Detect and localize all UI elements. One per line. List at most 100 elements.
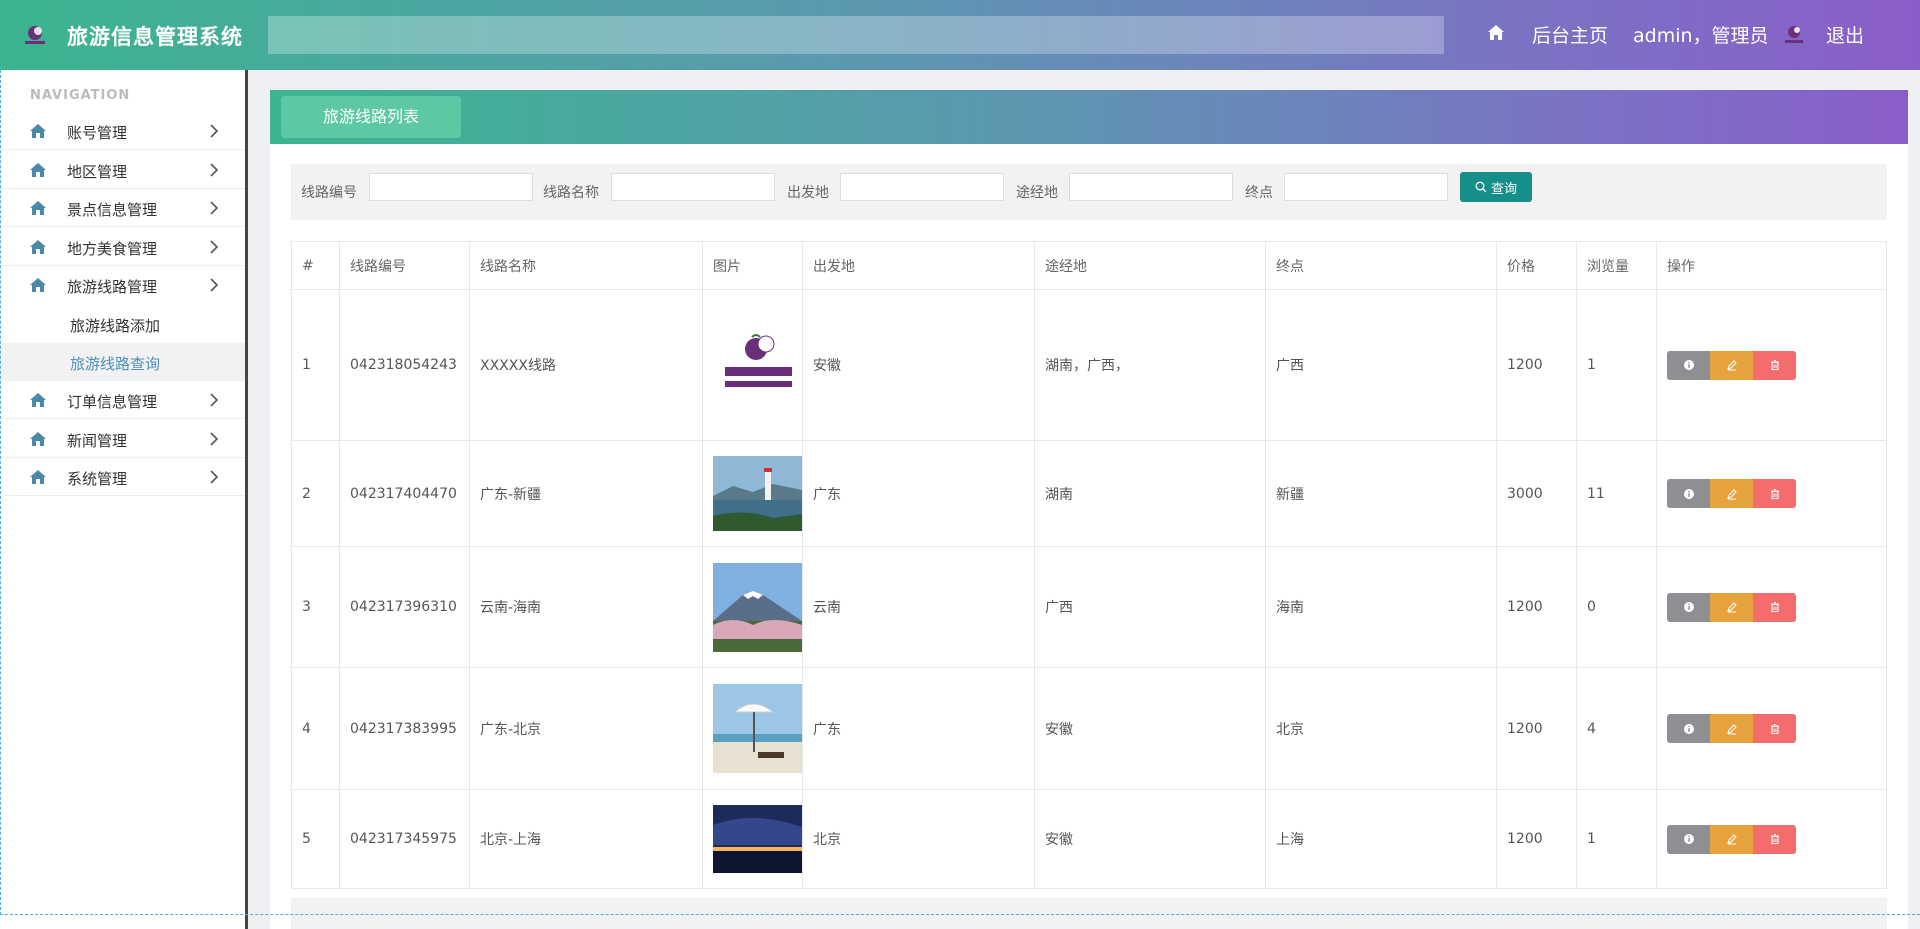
sidebar-item-label: 景点信息管理 (67, 201, 158, 219)
col-price: 价格 (1496, 241, 1577, 290)
delete-button[interactable] (1753, 479, 1796, 508)
cell-actions (1656, 289, 1887, 441)
dest-input[interactable] (1284, 173, 1448, 201)
sidebar-item-label: 旅游线路管理 (67, 278, 158, 296)
edit-button[interactable] (1710, 714, 1753, 743)
cell-route-no: 042317404470 (339, 440, 470, 547)
route-thumbnail (713, 805, 802, 873)
sidebar-item-label: 地方美食管理 (67, 240, 158, 258)
info-icon (1683, 488, 1694, 499)
sidebar-item-attractions[interactable]: 景点信息管理 (0, 189, 245, 227)
cell-dest: 广西 (1265, 289, 1497, 441)
edit-button[interactable] (1710, 350, 1753, 380)
cell-route-name: 广东-新疆 (469, 440, 703, 547)
sidebar-item-regions[interactable]: 地区管理 (0, 151, 245, 189)
cell-route-no: 042317396310 (339, 546, 470, 668)
edit-button[interactable] (1710, 592, 1753, 622)
house-icon (30, 432, 46, 446)
cell-route-no: 042318054243 (339, 289, 470, 441)
cell-origin: 安徽 (802, 289, 1035, 441)
cell-image (702, 289, 803, 441)
cell-route-name: 北京-上海 (469, 789, 703, 889)
search-button[interactable]: 查询 (1460, 172, 1532, 202)
info-icon (1683, 834, 1694, 844)
cell-route-no: 042317383995 (339, 667, 470, 790)
main-panel: 旅游线路列表 线路编号 线路名称 出发地 途经地 终点 查询 # 线路编号 线路… (270, 90, 1908, 929)
action-group (1667, 350, 1886, 380)
sidebar-item-orders[interactable]: 订单信息管理 (0, 381, 245, 419)
header-search-bar[interactable] (268, 16, 1444, 54)
cell-via: 湖南 (1034, 440, 1266, 547)
trash-icon (1770, 723, 1779, 734)
home-link[interactable]: 后台主页 (1532, 21, 1608, 48)
chevron-right-icon (210, 240, 219, 254)
route-no-label: 线路编号 (301, 185, 357, 201)
cell-dest: 上海 (1265, 789, 1497, 889)
cell-actions (1656, 667, 1887, 790)
logout-link[interactable]: 退出 (1826, 21, 1864, 48)
sidebar-item-news[interactable]: 新闻管理 (0, 420, 245, 458)
col-via: 途经地 (1034, 241, 1266, 290)
cell-origin: 云南 (802, 546, 1035, 668)
info-icon (1683, 360, 1694, 370)
sidebar-subitem-label: 旅游线路查询 (70, 355, 161, 373)
edit-button[interactable] (1710, 824, 1753, 854)
edit-button[interactable] (1710, 479, 1753, 508)
col-index: # (291, 241, 340, 290)
route-no-input[interactable] (369, 173, 533, 201)
pencil-icon (1726, 723, 1737, 734)
info-button[interactable] (1667, 592, 1710, 622)
house-icon (30, 201, 46, 215)
col-dest: 终点 (1265, 241, 1497, 290)
delete-button[interactable] (1753, 714, 1796, 743)
avatar[interactable] (1782, 22, 1806, 46)
table-row: 4 042317383995 广东-北京 广东 安徽 北京 1200 4 (291, 667, 1887, 790)
table-row: 2 042317404470 广东-新疆 广东 湖南 新疆 3000 11 (291, 440, 1887, 547)
via-input[interactable] (1069, 173, 1233, 201)
frame-guide-horizontal (0, 914, 1920, 915)
cell-image (702, 667, 803, 790)
cell-origin: 北京 (802, 789, 1035, 889)
origin-input[interactable] (840, 173, 1004, 201)
cell-price: 1200 (1496, 789, 1577, 889)
chevron-right-icon (210, 470, 219, 484)
col-origin: 出发地 (802, 241, 1035, 290)
route-table: # 线路编号 线路名称 图片 出发地 途经地 终点 价格 浏览量 操作 1 04… (291, 241, 1887, 889)
sidebar-item-routes[interactable]: 旅游线路管理 (0, 266, 245, 304)
pencil-icon (1726, 602, 1737, 613)
cell-dest: 北京 (1265, 667, 1497, 790)
cell-route-name: 广东-北京 (469, 667, 703, 790)
house-icon (30, 240, 46, 254)
cell-views: 11 (1576, 440, 1657, 547)
delete-button[interactable] (1753, 592, 1796, 622)
cell-views: 1 (1576, 289, 1657, 441)
home-icon[interactable] (1487, 24, 1505, 42)
delete-button[interactable] (1753, 350, 1796, 380)
route-name-input[interactable] (611, 173, 775, 201)
info-button[interactable] (1667, 350, 1710, 380)
cell-origin: 广东 (802, 667, 1035, 790)
info-button[interactable] (1667, 824, 1710, 854)
info-button[interactable] (1667, 479, 1710, 508)
house-icon (30, 393, 46, 407)
cell-image (702, 440, 803, 547)
sidebar-subitem-route-query[interactable]: 旅游线路查询 (0, 343, 245, 381)
panel-header: 旅游线路列表 (270, 90, 1908, 144)
sidebar-subitem-route-add[interactable]: 旅游线路添加 (0, 305, 245, 343)
top-header: 旅游信息管理系统 后台主页 admin，管理员 退出 (0, 0, 1920, 70)
info-button[interactable] (1667, 714, 1710, 743)
action-group (1667, 714, 1886, 743)
sidebar-item-system[interactable]: 系统管理 (0, 458, 245, 496)
sidebar-item-label: 账号管理 (67, 124, 128, 142)
cell-price: 1200 (1496, 546, 1577, 668)
table-header-row: # 线路编号 线路名称 图片 出发地 途经地 终点 价格 浏览量 操作 (291, 241, 1887, 290)
delete-button[interactable] (1753, 824, 1796, 854)
cell-actions (1656, 440, 1887, 547)
sidebar-item-food[interactable]: 地方美食管理 (0, 228, 245, 266)
house-icon (30, 470, 46, 484)
search-bar: 线路编号 线路名称 出发地 途经地 终点 查询 (291, 164, 1887, 220)
sidebar-item-accounts[interactable]: 账号管理 (0, 112, 245, 150)
trash-icon (1770, 602, 1779, 613)
chevron-right-icon (210, 124, 219, 138)
tab-route-list[interactable]: 旅游线路列表 (281, 96, 461, 138)
